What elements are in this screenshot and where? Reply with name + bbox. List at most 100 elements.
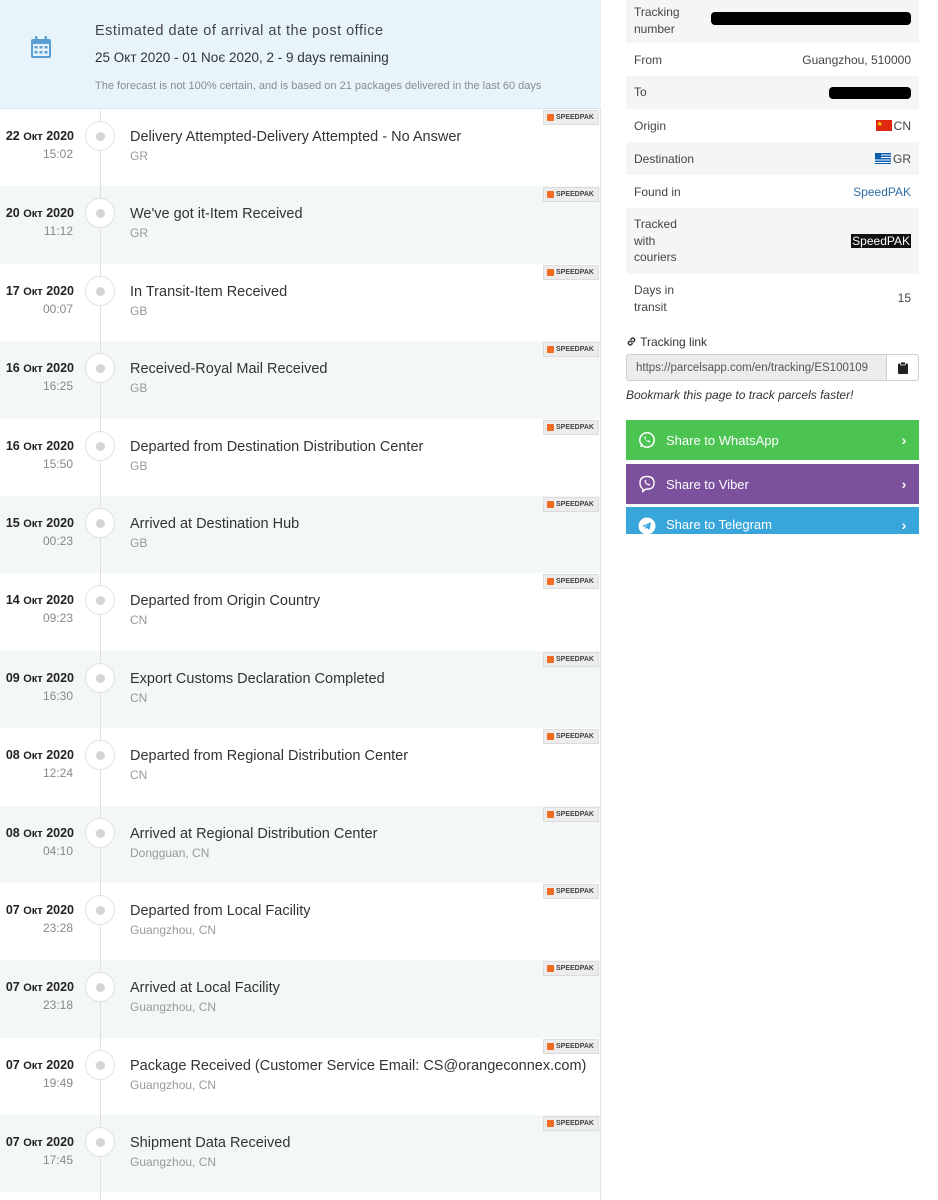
event-time: 16:30 — [42, 688, 73, 703]
speedpak-badge: SPEEDPAK — [543, 651, 599, 667]
event-row: 07 Окт 2020 19:49 Package Received (Custom… — [0, 1038, 600, 1115]
event-date: 16 Окт 2020 — [5, 438, 74, 453]
event-title: Departed from Destination Distribution C… — [130, 438, 424, 455]
speedpak-badge: SPEEDPAK — [543, 187, 599, 203]
event-title: Arrived at Local Facility — [130, 980, 280, 997]
timeline-dot — [85, 662, 115, 693]
to-value-redacted — [829, 87, 911, 102]
timeline-dot — [85, 507, 115, 538]
event-list: 22 Окт 2020 15:02 Delivery Attempted-Deliv… — [0, 109, 600, 1193]
speedpak-badge: SPEEDPAK — [543, 883, 599, 899]
speedpak-logo-icon — [547, 500, 554, 508]
speedpak-badge: SPEEDPAK — [543, 806, 599, 822]
event-row: 08 Окт 2020 04:10 Arrived at Regional Dist… — [0, 805, 600, 883]
event-time: 11:12 — [43, 224, 73, 239]
eta-range: 25 Окт 2020 - 01 Νοє 2020, 2 - 9 days re… — [95, 50, 389, 65]
event-title: Package Received (Customer Service Email… — [130, 1057, 587, 1074]
event-date: 07 Окт 2020 — [5, 1057, 74, 1072]
timeline-dot — [85, 1127, 115, 1158]
event-time: 12:24 — [42, 766, 73, 781]
info-row-origin: Origin CN — [626, 109, 919, 142]
speedpak-logo-icon — [547, 887, 554, 895]
speedpak-badge: SPEEDPAK — [543, 574, 599, 590]
event-date: 09 Окт 2020 — [5, 670, 74, 685]
destination-label: Destination — [634, 152, 695, 166]
bookmark-hint: Bookmark this page to track parcels fast… — [626, 388, 854, 402]
copy-button[interactable] — [886, 355, 918, 380]
timeline-line — [100, 109, 101, 1200]
found-in-link[interactable]: SpeedPAK — [853, 184, 911, 200]
event-row: 07 Окт 2020 23:28 Departed from Local Faci… — [0, 883, 600, 960]
event-location: CN — [130, 690, 148, 705]
tracking-link-field — [626, 354, 919, 381]
speedpak-badge: SPEEDPAK — [543, 496, 599, 512]
chevron-right-icon: › — [901, 432, 907, 448]
speedpak-badge: SPEEDPAK — [543, 342, 599, 358]
event-date: 14 Окт 2020 — [5, 593, 74, 608]
to-label: To — [634, 85, 647, 99]
origin-value: CN — [875, 117, 911, 134]
event-location: Guangzhou, CN — [130, 1000, 217, 1015]
event-row: 14 Окт 2020 09:23 Departed from Origin Cou… — [0, 573, 600, 650]
event-row: 15 Окт 2020 00:23 Arrived at Destination H… — [0, 495, 600, 574]
tracking-number-label: Tracking number — [634, 5, 680, 36]
event-date: 07 Окт 2020 — [5, 980, 74, 995]
tracking-link-input[interactable] — [627, 355, 886, 380]
event-time: 19:49 — [42, 1075, 73, 1090]
speedpak-logo-icon — [547, 810, 554, 818]
event-time: 04:10 — [42, 843, 73, 858]
event-title: We've got it-Item Received — [130, 206, 303, 223]
eta-title: Estimated date of arrival at the post of… — [95, 23, 384, 39]
event-location: GR — [130, 149, 148, 163]
event-time: 16:25 — [42, 379, 73, 394]
event-location: GR — [130, 226, 148, 241]
event-row: 07 Окт 2020 23:18 Arrived at Local Facilit… — [0, 960, 600, 1038]
event-time: 23:18 — [42, 998, 73, 1013]
tracked-with-value[interactable]: SpeedPAK — [851, 233, 911, 249]
event-location: CN — [130, 613, 148, 628]
speedpak-badge: SPEEDPAK — [543, 264, 599, 280]
speedpak-logo-icon — [547, 114, 554, 121]
event-row: 08 Окт 2020 12:24 Departed from Regional D… — [0, 728, 600, 805]
tracking-history-panel: Estimated date of arrival at the post of… — [0, 0, 601, 1200]
event-date: 07 Окт 2020 — [5, 1135, 74, 1150]
event-time: 17:45 — [42, 1153, 73, 1168]
timeline-dot — [85, 972, 115, 1003]
chevron-right-icon: › — [901, 517, 907, 533]
eta-banner: Estimated date of arrival at the post of… — [0, 0, 601, 109]
speedpak-logo-icon — [547, 578, 554, 586]
chevron-right-icon: › — [901, 476, 907, 492]
event-row: 16 Окт 2020 16:25 Received-Royal Mail Rece… — [0, 341, 600, 419]
timeline-dot — [85, 740, 115, 771]
info-row-days: Days in transit 15 — [626, 274, 919, 324]
share-viber-button[interactable]: Share to Viber › — [626, 464, 919, 504]
event-title: Received-Royal Mail Received — [130, 361, 328, 378]
origin-label: Origin — [634, 119, 667, 133]
speedpak-badge: SPEEDPAK — [543, 961, 599, 977]
event-location: Guangzhou, CN — [130, 1155, 217, 1170]
event-title: Delivery Attempted-Delivery Attempted - … — [130, 129, 462, 145]
event-location: GB — [130, 381, 148, 396]
from-label: From — [634, 53, 662, 67]
tracking-link-heading: Tracking link — [626, 335, 707, 349]
share-telegram-label: Share to Telegram — [666, 517, 772, 532]
event-location: Dongguan, CN — [130, 845, 210, 860]
event-date: 22 Окт 2020 — [5, 129, 74, 143]
timeline-dot — [85, 121, 115, 151]
event-date: 08 Окт 2020 — [5, 748, 74, 763]
share-telegram-button[interactable]: Share to Telegram › — [626, 507, 919, 534]
event-row: 20 Окт 2020 11:12 We've got it-Item Receiv… — [0, 186, 600, 264]
info-row-found-in: Found in SpeedPAK — [626, 175, 919, 208]
event-location: CN — [130, 768, 148, 783]
event-location: GB — [130, 303, 148, 318]
share-whatsapp-label: Share to WhatsApp — [666, 432, 779, 448]
info-row-tracked-with: Tracked with couriers SpeedPAK — [626, 208, 919, 274]
event-row: 07 Окт 2020 17:45 Shipment Data Received Gu… — [0, 1115, 600, 1193]
speedpak-logo-icon — [547, 268, 554, 276]
event-title: Departed from Regional Distribution Cent… — [130, 748, 409, 765]
speedpak-badge: SPEEDPAK — [543, 110, 599, 125]
info-row-from: From Guangzhou, 510000 — [626, 43, 919, 76]
calendar-icon — [31, 36, 51, 58]
share-whatsapp-button[interactable]: Share to WhatsApp › — [626, 420, 919, 460]
event-time: 09:23 — [42, 611, 73, 626]
